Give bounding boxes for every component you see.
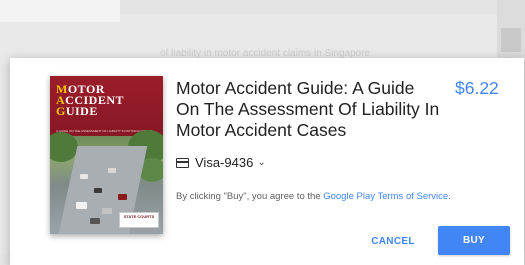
payment-method-selector[interactable]: Visa-9436 ⌄ bbox=[176, 155, 266, 170]
cancel-button[interactable]: CANCEL bbox=[365, 226, 421, 256]
chevron-down-icon: ⌄ bbox=[257, 157, 266, 168]
credit-card-icon bbox=[176, 157, 189, 168]
cover-title: MOTOR ACCIDENT GUIDE bbox=[56, 82, 125, 118]
terms-notice: By clicking "Buy", you agree to the Goog… bbox=[176, 191, 451, 202]
product-price: $6.22 bbox=[455, 78, 499, 98]
publisher-logo: STATE COURTS bbox=[119, 212, 159, 228]
payment-method-label: Visa-9436 bbox=[195, 155, 254, 170]
car-graphic bbox=[80, 174, 88, 179]
buy-button[interactable]: BUY bbox=[438, 226, 510, 255]
car-graphic bbox=[108, 168, 116, 173]
car-graphic bbox=[76, 202, 87, 209]
car-graphic bbox=[102, 208, 112, 214]
terms-of-service-link[interactable]: Google Play Terms of Service bbox=[323, 191, 448, 202]
car-graphic bbox=[94, 188, 102, 193]
background-thumbnail bbox=[501, 28, 521, 52]
terms-suffix: . bbox=[448, 191, 451, 202]
purchase-dialog: MOTOR ACCIDENT GUIDE A GUIDE ON THE ASSE… bbox=[10, 58, 524, 265]
car-graphic bbox=[118, 194, 127, 200]
terms-prefix: By clicking "Buy", you agree to the bbox=[176, 191, 324, 202]
book-cover[interactable]: MOTOR ACCIDENT GUIDE A GUIDE ON THE ASSE… bbox=[50, 76, 163, 234]
car-graphic bbox=[90, 218, 100, 224]
product-title: Motor Accident Guide: A Guide On The Ass… bbox=[176, 78, 440, 140]
background-card bbox=[0, 0, 120, 22]
